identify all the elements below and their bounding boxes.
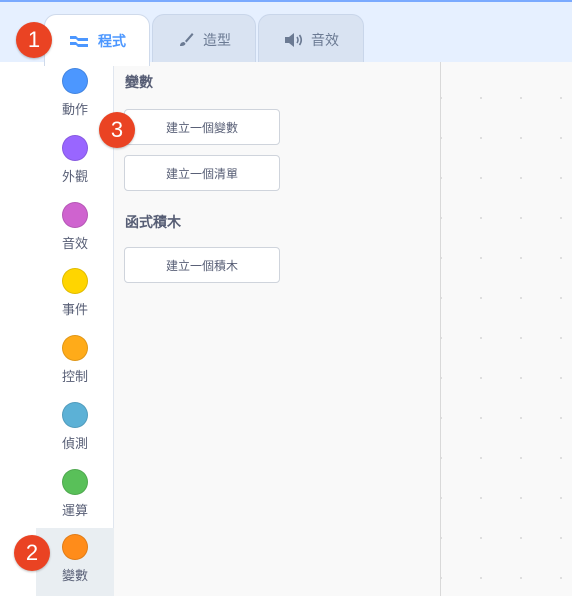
- category-label: 運算: [61, 504, 88, 519]
- category-dot-icon: [62, 402, 88, 428]
- category-dot-icon: [62, 469, 88, 495]
- category-control[interactable]: 控制: [36, 329, 114, 391]
- category-dot-icon: [62, 135, 88, 161]
- category-dot-icon: [62, 534, 88, 560]
- brush-icon: [177, 31, 195, 49]
- category-dot-icon: [62, 68, 88, 94]
- category-sensing[interactable]: 偵測: [36, 396, 114, 458]
- variables-section-title: 變數: [125, 75, 153, 91]
- tab-costumes[interactable]: 造型: [152, 14, 256, 64]
- code-icon: [68, 33, 90, 49]
- category-label: 事件: [61, 303, 88, 318]
- category-dot-icon: [62, 335, 88, 361]
- step-badge-3: 3: [99, 112, 135, 148]
- category-operators[interactable]: 運算: [36, 463, 114, 525]
- make-list-button[interactable]: 建立一個清單: [124, 155, 280, 191]
- left-gutter: [0, 62, 36, 596]
- tab-costumes-label: 造型: [203, 32, 231, 49]
- my-blocks-section-title: 函式積木: [125, 215, 181, 231]
- category-label: 控制: [61, 370, 88, 385]
- category-label: 變數: [61, 569, 88, 584]
- category-dot-icon: [62, 202, 88, 228]
- tab-code[interactable]: 程式: [44, 14, 150, 66]
- category-sound[interactable]: 音效: [36, 196, 114, 258]
- category-variables[interactable]: 變數: [36, 528, 114, 596]
- make-block-button[interactable]: 建立一個積木: [124, 247, 280, 283]
- category-events[interactable]: 事件: [36, 262, 114, 324]
- tab-code-label: 程式: [98, 33, 126, 50]
- category-motion[interactable]: 動作: [36, 62, 114, 124]
- make-variable-button[interactable]: 建立一個變數: [124, 109, 280, 145]
- step-badge-2: 2: [14, 535, 50, 571]
- category-label: 動作: [61, 103, 88, 118]
- category-label: 外觀: [61, 170, 88, 185]
- tab-sounds[interactable]: 音效: [258, 14, 364, 64]
- step-badge-1: 1: [16, 22, 52, 58]
- script-workspace[interactable]: [441, 62, 572, 596]
- speaker-icon: [283, 32, 303, 48]
- editor-tab-bar: 程式 造型 音效: [0, 0, 572, 66]
- block-palette: 變數 建立一個變數 建立一個清單 函式積木 建立一個積木: [114, 62, 441, 596]
- category-dot-icon: [62, 268, 88, 294]
- category-menu: 動作 外觀 音效 事件 控制 偵測 運算 變數: [36, 62, 114, 596]
- tab-sounds-label: 音效: [311, 32, 339, 49]
- category-label: 音效: [61, 237, 88, 252]
- category-label: 偵測: [61, 437, 88, 452]
